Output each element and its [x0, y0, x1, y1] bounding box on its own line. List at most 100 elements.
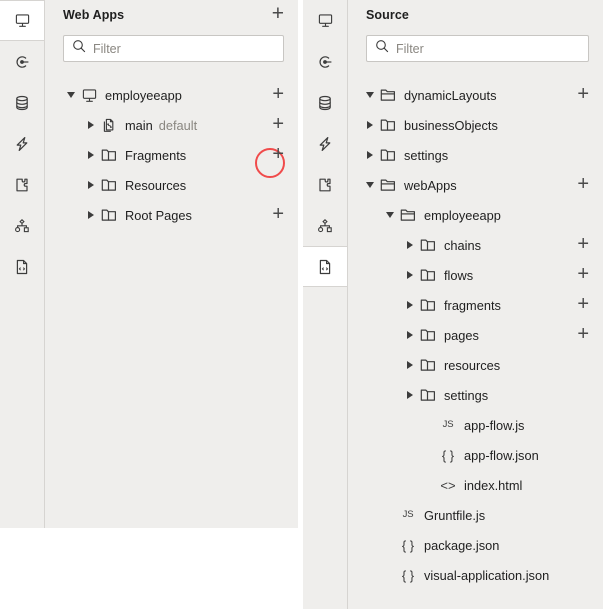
json-file-icon: { } — [401, 567, 415, 583]
rail-item-lightning[interactable] — [303, 123, 347, 164]
tree-row-add-button[interactable]: + — [577, 324, 589, 347]
tree-row-label: fragments — [444, 297, 501, 313]
source-panel: Source dynamicLayouts + — [348, 0, 603, 609]
left-icon-rail — [0, 0, 45, 528]
tree-row-add-button[interactable]: + — [577, 84, 589, 107]
hierarchy-icon — [14, 218, 30, 234]
rail-item-database[interactable] — [0, 82, 44, 123]
chevron-right-icon[interactable] — [402, 327, 418, 343]
chevron-right-icon[interactable] — [83, 207, 99, 223]
tree-row[interactable]: <>index.html+ — [348, 470, 603, 500]
database-icon — [317, 95, 333, 111]
target-icon — [317, 54, 333, 70]
tree-row-label: Gruntfile.js — [424, 507, 486, 523]
rail-item-monitor[interactable] — [0, 0, 44, 41]
folder-open-icon — [378, 178, 398, 192]
rail-item-hierarchy[interactable] — [303, 205, 347, 246]
web-apps-add-button[interactable]: + — [272, 3, 284, 27]
chevron-down-icon[interactable] — [382, 207, 398, 223]
chevron-right-icon[interactable] — [402, 267, 418, 283]
web-apps-filter-input[interactable] — [93, 41, 275, 56]
tree-row[interactable]: main default + — [45, 110, 298, 140]
tree-row-label: settings — [444, 387, 489, 403]
tree-row-label: dynamicLayouts — [404, 87, 497, 103]
tree-row[interactable]: flows + — [348, 260, 603, 290]
web-apps-header: Web Apps + — [45, 0, 298, 30]
tree-row-label: Resources — [125, 177, 187, 193]
tree-row[interactable]: chains + — [348, 230, 603, 260]
chevron-down-icon[interactable] — [362, 177, 378, 193]
tree-row[interactable]: Fragments + — [45, 140, 298, 170]
rail-item-puzzle[interactable] — [303, 164, 347, 205]
tree-row[interactable]: webApps + — [348, 170, 603, 200]
tree-row-add-button[interactable]: + — [272, 114, 284, 137]
chevron-right-icon[interactable] — [83, 117, 99, 133]
chevron-down-icon[interactable] — [362, 87, 378, 103]
tree-row[interactable]: Resources+ — [45, 170, 298, 200]
tree-row[interactable]: JSapp-flow.js+ — [348, 410, 603, 440]
tree-row[interactable]: employeeapp+ — [348, 200, 603, 230]
monitor-icon — [318, 13, 333, 28]
folder-icon — [99, 148, 119, 162]
chevron-right-icon[interactable] — [83, 177, 99, 193]
chevron-right-icon[interactable] — [402, 387, 418, 403]
chevron-right-icon[interactable] — [83, 147, 99, 163]
tree-row[interactable]: { }visual-application.json+ — [348, 560, 603, 590]
rail-item-puzzle[interactable] — [0, 164, 44, 205]
chevron-right-icon[interactable] — [402, 357, 418, 373]
tree-row[interactable]: employeeapp+ — [45, 80, 298, 110]
rail-item-lightning[interactable] — [0, 123, 44, 164]
rail-item-source-file[interactable] — [0, 246, 44, 287]
chevron-right-icon[interactable] — [362, 147, 378, 163]
rail-item-target[interactable] — [0, 41, 44, 82]
rail-item-source-file[interactable] — [303, 246, 347, 287]
chevron-right-icon[interactable] — [402, 237, 418, 253]
source-filter-box[interactable] — [366, 35, 589, 62]
tree-row-add-button[interactable]: + — [272, 204, 284, 227]
tree-row[interactable]: { }package.json+ — [348, 530, 603, 560]
tree-row-label: flows — [444, 267, 474, 283]
tree-row-label: app-flow.js — [464, 417, 525, 433]
tree-row-label: app-flow.json — [464, 447, 539, 463]
chevron-right-icon[interactable] — [362, 117, 378, 133]
html-file-icon: <> — [440, 477, 456, 493]
tree-row-add-button[interactable]: + — [577, 234, 589, 257]
chevron-down-icon[interactable] — [63, 87, 79, 103]
source-filter-input[interactable] — [396, 41, 580, 56]
folder-icon — [418, 358, 438, 372]
tree-row[interactable]: businessObjects+ — [348, 110, 603, 140]
web-apps-tree: employeeapp + main default + Fragments + Res… — [45, 62, 298, 230]
tree-row-add-button[interactable]: + — [577, 174, 589, 197]
tree-row-add-button[interactable]: + — [272, 84, 284, 107]
rail-item-target[interactable] — [303, 41, 347, 82]
target-icon — [14, 54, 30, 70]
tree-row-add-button[interactable]: + — [272, 144, 284, 167]
tree-row[interactable]: settings+ — [348, 140, 603, 170]
chevron-right-icon[interactable] — [402, 297, 418, 313]
tree-row[interactable]: pages + — [348, 320, 603, 350]
source-title: Source — [366, 8, 409, 22]
tree-row[interactable]: { }app-flow.json+ — [348, 440, 603, 470]
tree-row-label: index.html — [464, 477, 523, 493]
tree-row[interactable]: settings+ — [348, 380, 603, 410]
folder-icon — [99, 178, 119, 192]
rail-item-monitor[interactable] — [303, 0, 347, 41]
tree-row[interactable]: dynamicLayouts + — [348, 80, 603, 110]
web-apps-title: Web Apps — [63, 8, 125, 22]
web-apps-filter-box[interactable] — [63, 35, 284, 62]
source-tree: dynamicLayouts + businessObjects+ setting… — [348, 62, 603, 590]
tree-row[interactable]: fragments + — [348, 290, 603, 320]
tree-row[interactable]: JSGruntfile.js+ — [348, 500, 603, 530]
application-root: Web Apps + employeeapp — [0, 0, 603, 609]
monitor-icon — [15, 13, 30, 28]
rail-item-database[interactable] — [303, 82, 347, 123]
tree-row[interactable]: resources+ — [348, 350, 603, 380]
tree-row-add-button[interactable]: + — [577, 264, 589, 287]
tree-row[interactable]: Root Pages + — [45, 200, 298, 230]
tree-row-add-button[interactable]: + — [577, 294, 589, 317]
rail-item-hierarchy[interactable] — [0, 205, 44, 246]
tree-row-label: main — [125, 117, 153, 133]
